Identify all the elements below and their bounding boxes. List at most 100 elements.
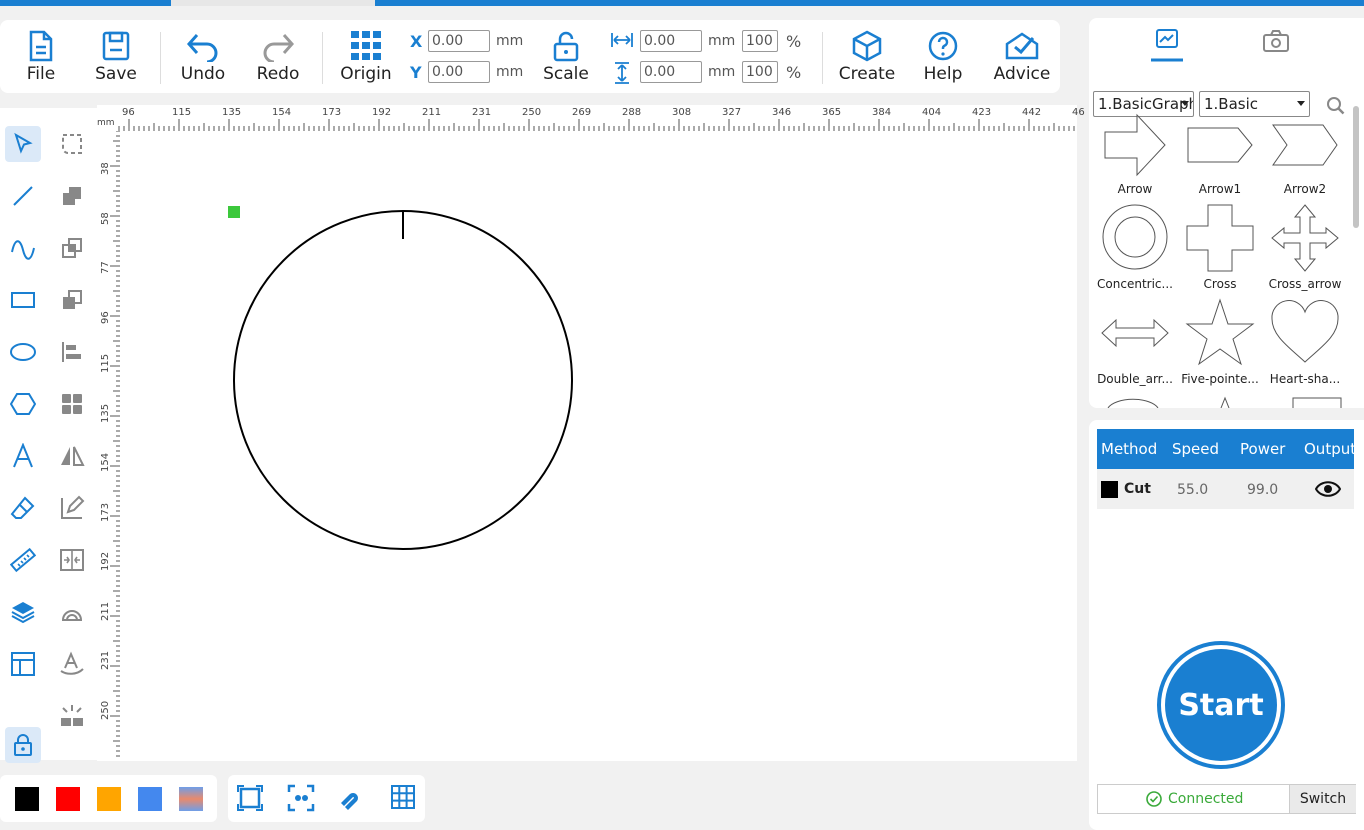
shape-name: Double_arr...: [1097, 372, 1173, 386]
shape-name: Arrow: [1117, 182, 1153, 196]
line-tool[interactable]: [5, 178, 41, 214]
combine-tool[interactable]: [54, 178, 90, 214]
shape-item-concentric[interactable]: Concentric...: [1093, 203, 1177, 298]
lock-tool[interactable]: [5, 727, 41, 763]
layer-row[interactable]: Cut 55.0 99.0: [1097, 469, 1354, 509]
tab-camera[interactable]: [1246, 26, 1306, 66]
text-tool[interactable]: [5, 438, 41, 474]
shape-library-panel: 1.BasicGraph 1.Basic Arrow Arrow1 Arrow2…: [1089, 18, 1364, 408]
line-icon: [13, 186, 33, 206]
eraser-tool[interactable]: [5, 490, 41, 526]
color-swatch-gradient[interactable]: [179, 787, 203, 811]
eye-icon[interactable]: [1315, 480, 1341, 498]
fit-selection-button[interactable]: [287, 784, 315, 816]
curve-tool[interactable]: [5, 230, 41, 266]
intersect-tool[interactable]: [54, 230, 90, 266]
origin-button[interactable]: Origin: [331, 26, 401, 90]
hexagon-icon: [10, 393, 36, 415]
color-swatch-black[interactable]: [15, 787, 39, 811]
horizontal-ruler: mm 96 115 135 154 173 192 211 231 250 269 288 308 32…: [97, 105, 1085, 132]
text-path-tool[interactable]: [54, 646, 90, 682]
grid-array-icon: [62, 394, 82, 414]
weld-tool[interactable]: [54, 698, 90, 734]
cursor-icon: [14, 132, 33, 154]
mirror-tool[interactable]: [54, 438, 90, 474]
color-swatch-blue[interactable]: [138, 787, 162, 811]
shape-item-arrow2[interactable]: Arrow2: [1263, 108, 1347, 203]
drawing-canvas[interactable]: [120, 131, 1077, 761]
snap-button[interactable]: [338, 784, 366, 816]
undo-button[interactable]: Undo: [168, 26, 238, 90]
create-button[interactable]: Create: [832, 26, 902, 90]
unlock-icon: [553, 31, 579, 62]
shape-item-five-pointed-star[interactable]: Five-pointe...: [1178, 298, 1262, 393]
align-left-icon: [62, 342, 81, 362]
header-speed: Speed: [1172, 440, 1220, 458]
subtract-icon: [63, 290, 82, 309]
ruler-label: 154: [100, 452, 111, 472]
switch-button[interactable]: Switch: [1289, 785, 1356, 813]
color-swatch-red[interactable]: [56, 787, 80, 811]
circle-shape[interactable]: [230, 209, 575, 554]
width-input[interactable]: 0.00: [640, 30, 702, 52]
ruler-label: 288: [622, 107, 642, 118]
select-tool[interactable]: [5, 126, 41, 162]
weld-icon: [61, 705, 83, 726]
main-toolbar: File Save Undo Redo Origin X 0.00 mm Y 0…: [0, 20, 1060, 93]
ruler-label: 173: [322, 107, 342, 118]
arrow-shape-icon: [1104, 113, 1166, 177]
subtract-tool[interactable]: [54, 282, 90, 318]
layer-power[interactable]: 99.0: [1247, 482, 1278, 498]
layout-tool[interactable]: [5, 646, 41, 682]
tab-graphics[interactable]: [1137, 26, 1197, 66]
edit-node-tool[interactable]: [54, 490, 90, 526]
ruler-label: 423: [972, 107, 992, 118]
polygon-tool[interactable]: [5, 386, 41, 422]
concentric-shape-icon: [1102, 204, 1168, 270]
grid-toggle-button[interactable]: [390, 784, 416, 814]
offset-tool[interactable]: [54, 594, 90, 630]
chevron-down-icon: [1181, 101, 1189, 106]
header-output: Output: [1304, 440, 1357, 458]
array-tool[interactable]: [54, 386, 90, 422]
shape-item-arrow1[interactable]: Arrow1: [1178, 108, 1262, 203]
shape-item-cross-arrow[interactable]: Cross_arrow: [1263, 203, 1347, 298]
layer-method[interactable]: Cut: [1124, 481, 1151, 497]
layers-tool[interactable]: [5, 594, 41, 630]
x-unit: mm: [496, 33, 524, 49]
color-palette-bar: [0, 775, 217, 822]
rectangle-tool[interactable]: [5, 282, 41, 318]
layer-speed[interactable]: 55.0: [1177, 482, 1208, 498]
layers-panel: Method Speed Power Output Cut 55.0 99.0 …: [1089, 420, 1364, 830]
advice-button[interactable]: Advice: [987, 26, 1057, 90]
lock-icon: [14, 734, 32, 756]
ruler-label: 231: [100, 650, 111, 670]
shape-name: Heart-sha...: [1269, 372, 1341, 386]
width-percent-input[interactable]: 100: [742, 30, 778, 52]
shape-item-heart[interactable]: Heart-sha...: [1263, 298, 1347, 393]
redo-button[interactable]: Redo: [243, 26, 313, 90]
file-icon: [29, 30, 53, 62]
frame-select-tool[interactable]: [54, 126, 90, 162]
ellipse-tool[interactable]: [5, 334, 41, 370]
color-swatch-orange[interactable]: [97, 787, 121, 811]
shape-item-double-arrow[interactable]: Double_arr...: [1093, 298, 1177, 393]
start-button[interactable]: Start: [1157, 641, 1285, 769]
shape-item-arrow[interactable]: Arrow: [1093, 108, 1177, 203]
y-position-input[interactable]: 0.00: [428, 61, 490, 83]
scale-lock-button[interactable]: Scale: [531, 26, 601, 90]
ruler-label: 250: [100, 700, 111, 720]
shape-list-scrollbar[interactable]: [1353, 106, 1359, 228]
file-button[interactable]: File: [6, 26, 76, 90]
split-tool[interactable]: [54, 542, 90, 578]
shape-item-cross[interactable]: Cross: [1178, 203, 1262, 298]
layer-color-swatch[interactable]: [1101, 481, 1118, 498]
x-position-input[interactable]: 0.00: [428, 30, 490, 52]
fit-canvas-button[interactable]: [236, 784, 264, 816]
align-left-tool[interactable]: [54, 334, 90, 370]
height-percent-input[interactable]: 100: [742, 61, 778, 83]
measure-tool[interactable]: [5, 542, 41, 578]
height-input[interactable]: 0.00: [640, 61, 702, 83]
help-button[interactable]: Help: [908, 26, 978, 90]
save-button[interactable]: Save: [81, 26, 151, 90]
